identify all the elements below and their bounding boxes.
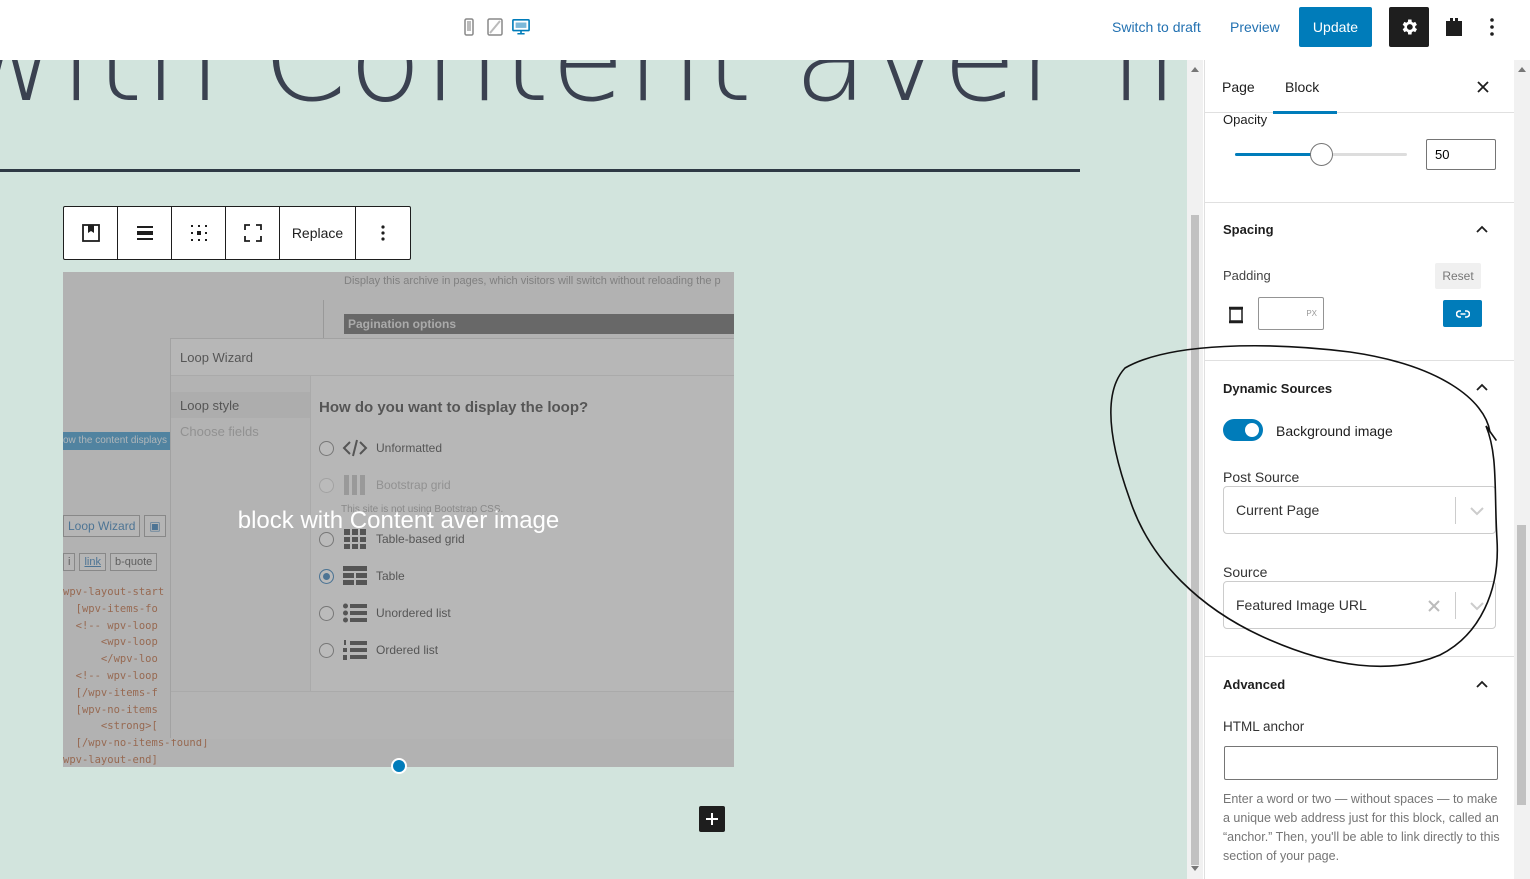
editor-canvas: with Content aver image Replace Display … <box>0 60 1187 879</box>
full-height-toggle[interactable] <box>226 207 280 259</box>
settings-sidebar: Page Block Opacity Spacing Padding Reset… <box>1204 60 1514 879</box>
post-title[interactable]: with Content aver image <box>0 60 1187 129</box>
select-separator <box>1455 497 1456 524</box>
source-value: Featured Image URL <box>1236 597 1367 613</box>
padding-reset-button[interactable]: Reset <box>1435 263 1481 289</box>
cover-block-icon <box>81 224 100 242</box>
html-anchor-help-text: Enter a word or two — without spaces — t… <box>1223 792 1500 863</box>
vertical-ellipsis-icon <box>1490 18 1494 36</box>
html-anchor-input[interactable] <box>1224 746 1498 780</box>
scroll-up-arrow[interactable] <box>1518 67 1526 72</box>
desktop-preview-icon[interactable] <box>512 16 530 38</box>
sidebar-tabs: Page Block <box>1205 60 1514 114</box>
opacity-number-input[interactable] <box>1426 139 1496 170</box>
block-inserter-button[interactable] <box>699 806 725 832</box>
mobile-preview-icon[interactable] <box>460 16 478 38</box>
switch-to-draft-button[interactable]: Switch to draft <box>1112 19 1201 35</box>
editor-topbar: Switch to draft Preview Update <box>0 0 1530 60</box>
post-source-value: Current Page <box>1236 502 1320 518</box>
gear-icon <box>1402 19 1417 35</box>
tablet-preview-icon[interactable] <box>486 16 504 38</box>
cover-block[interactable]: Display this archive in pages, which vis… <box>63 272 734 767</box>
padding-input[interactable]: PX <box>1258 297 1324 330</box>
close-icon <box>1477 81 1489 93</box>
sidebar-scroll-thumb[interactable] <box>1517 525 1526 805</box>
cover-inner-heading[interactable]: block with Content aver image <box>63 507 734 535</box>
post-source-select[interactable]: Current Page <box>1223 486 1496 534</box>
close-sidebar-button[interactable] <box>1473 77 1493 97</box>
padding-label: Padding <box>1223 268 1271 283</box>
source-label: Source <box>1223 564 1268 580</box>
spacing-collapse-button[interactable] <box>1473 220 1491 238</box>
post-source-label: Post Source <box>1223 469 1300 485</box>
block-type-button[interactable] <box>64 207 118 259</box>
advanced-collapse-button[interactable] <box>1473 675 1491 693</box>
settings-button[interactable] <box>1389 7 1429 47</box>
panel-divider <box>1205 360 1514 361</box>
update-button[interactable]: Update <box>1299 7 1372 47</box>
select-separator <box>1455 592 1456 619</box>
dynamic-sources-panel-title[interactable]: Dynamic Sources <box>1223 381 1332 396</box>
vertical-ellipsis-icon <box>381 225 385 241</box>
preview-button[interactable]: Preview <box>1230 19 1280 35</box>
opacity-label: Opacity <box>1223 112 1268 127</box>
content-position-button[interactable] <box>172 207 226 259</box>
sidebar-scrollbar[interactable] <box>1514 60 1530 879</box>
chevron-down-icon[interactable] <box>1467 596 1487 616</box>
plugin-sidebar-button[interactable] <box>1438 7 1470 47</box>
separator-block[interactable] <box>0 169 1080 172</box>
opacity-slider-fill <box>1235 153 1321 156</box>
block-options-button[interactable] <box>356 207 410 259</box>
chevron-up-icon <box>1476 225 1488 233</box>
link-icon <box>1455 309 1470 318</box>
scroll-down-arrow[interactable] <box>1191 866 1199 871</box>
dynamic-sources-collapse-button[interactable] <box>1473 378 1491 396</box>
chevron-up-icon <box>1476 680 1488 688</box>
canvas-scroll-thumb[interactable] <box>1191 215 1199 865</box>
device-preview-group <box>460 16 530 38</box>
panel-divider <box>1205 202 1514 203</box>
tab-page[interactable]: Page <box>1222 60 1255 113</box>
canvas-scrollbar[interactable] <box>1187 60 1203 879</box>
panel-divider <box>1205 656 1514 657</box>
chevron-down-icon[interactable] <box>1467 501 1487 521</box>
more-options-button[interactable] <box>1478 7 1506 47</box>
block-toolbar: Replace <box>63 206 411 260</box>
padding-sides-icon[interactable] <box>1225 304 1247 326</box>
advanced-panel-title[interactable]: Advanced <box>1223 677 1285 692</box>
plus-icon <box>706 813 718 825</box>
link-sides-button[interactable] <box>1443 300 1482 327</box>
opacity-slider[interactable] <box>1235 143 1407 166</box>
background-image-toggle[interactable] <box>1223 419 1263 441</box>
tab-block[interactable]: Block <box>1272 60 1338 114</box>
fullscreen-icon <box>243 224 262 242</box>
padding-unit: PX <box>1306 309 1317 318</box>
scroll-up-arrow[interactable] <box>1191 67 1199 72</box>
replace-media-button[interactable]: Replace <box>280 207 356 259</box>
opacity-slider-thumb[interactable] <box>1310 143 1333 166</box>
html-anchor-label: HTML anchor <box>1223 719 1305 734</box>
align-button[interactable] <box>118 207 172 259</box>
chevron-up-icon <box>1476 383 1488 391</box>
cover-resize-handle[interactable] <box>391 758 407 774</box>
background-image-toggle-label: Background image <box>1276 423 1393 439</box>
plugin-block-icon <box>1446 18 1462 36</box>
align-full-icon <box>136 226 153 240</box>
spacing-panel-title[interactable]: Spacing <box>1223 222 1274 237</box>
clear-selection-icon[interactable] <box>1424 596 1444 616</box>
position-grid-icon <box>190 225 207 241</box>
source-select[interactable]: Featured Image URL <box>1223 581 1496 629</box>
